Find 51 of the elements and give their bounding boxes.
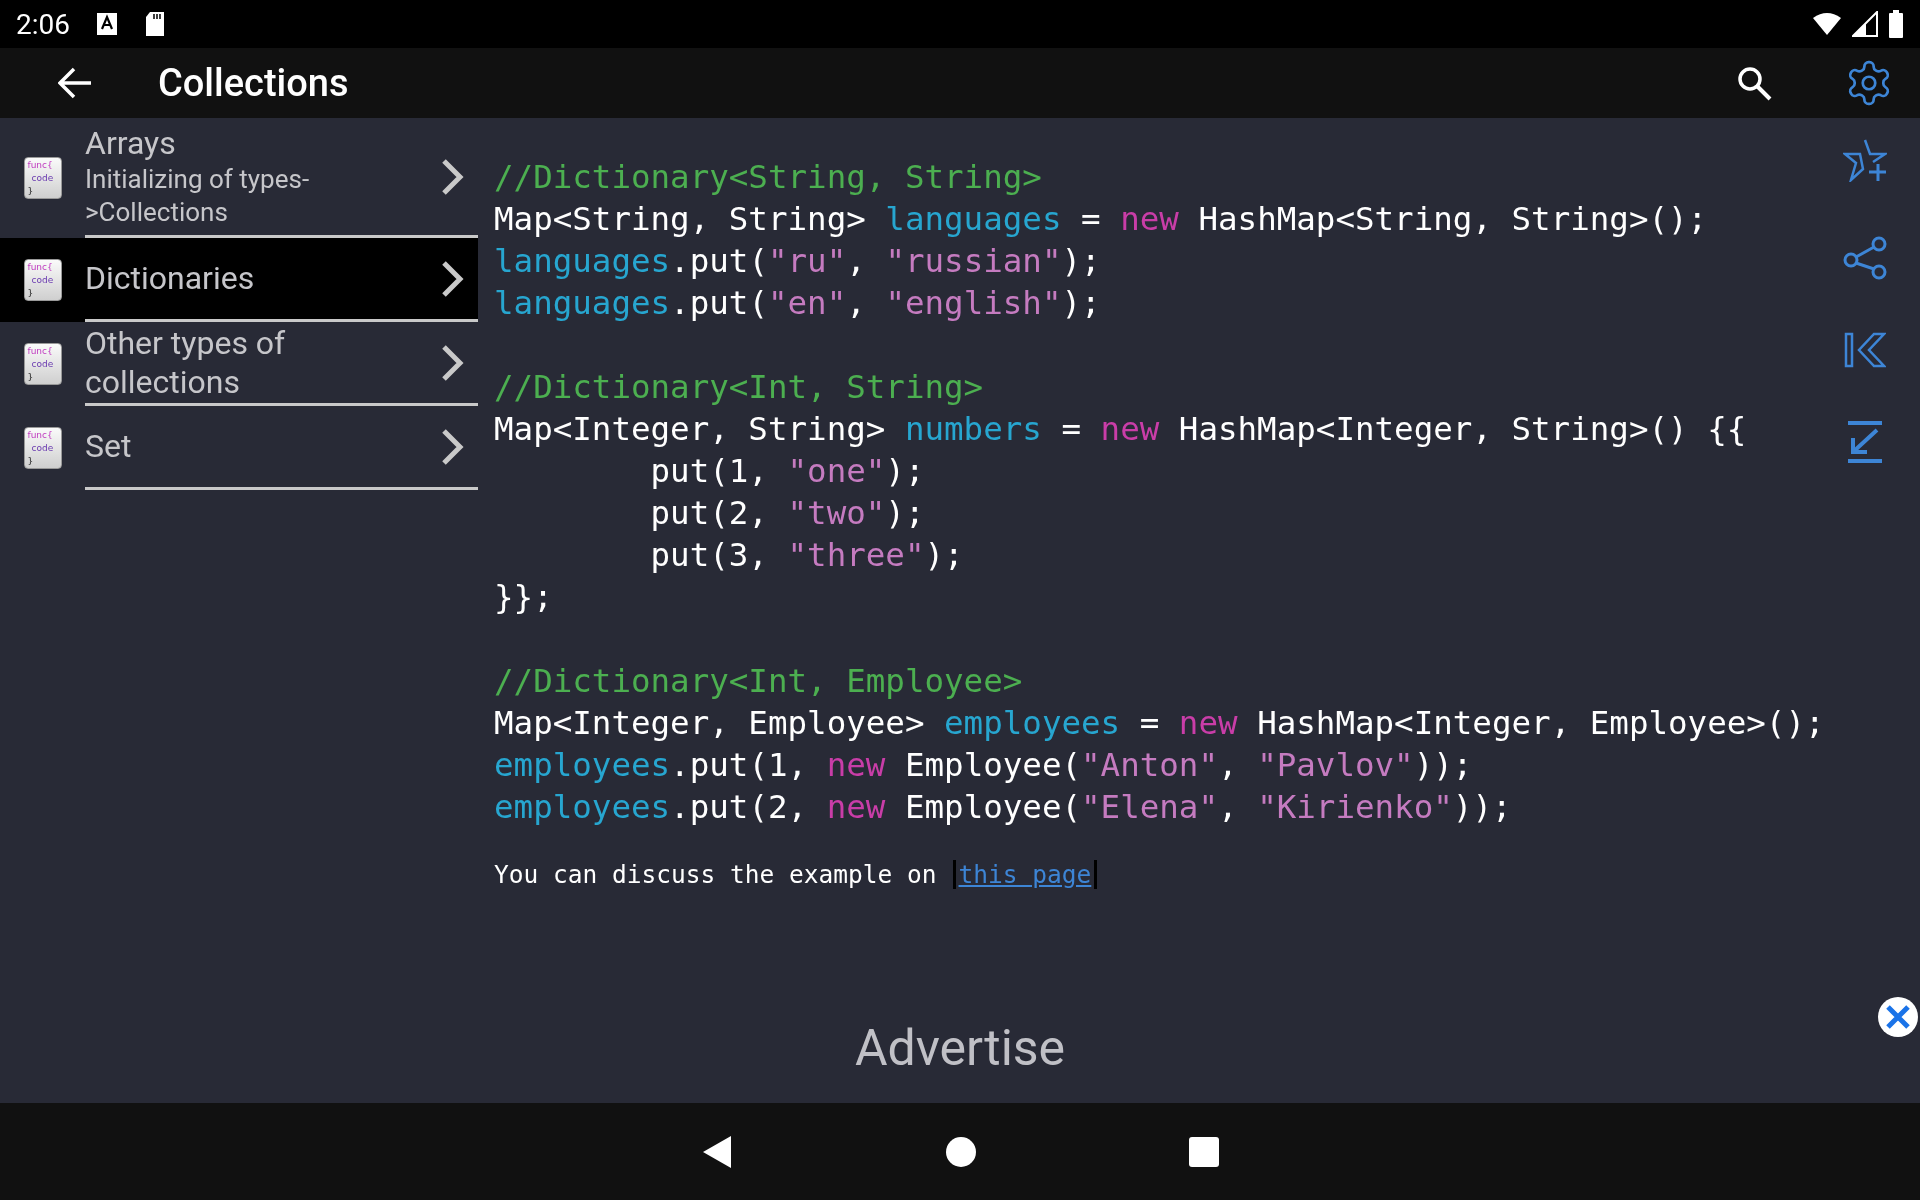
triangle-back-icon (701, 1133, 733, 1170)
chevron-right-icon (440, 157, 464, 196)
code-line: //Dictionary<Int, Employee> (494, 661, 1023, 702)
code-line: languages.put("ru", "russian"); (494, 241, 1101, 282)
code-line: //Dictionary<Int, String> (494, 367, 984, 408)
close-ad-button[interactable] (1878, 997, 1918, 1037)
font-notification-icon (96, 12, 118, 36)
item-title: Other types of collections (85, 323, 287, 402)
code-line: employees.put(1, new Employee("Anton", "Pavlov")); (494, 745, 1473, 786)
arrow-down-left-icon (1845, 420, 1885, 464)
sidebar-item[interactable]: func{ code } Dictionaries (0, 238, 478, 322)
code-line: employees.put(2, new Employee("Elena", "Kirienko")); (494, 787, 1512, 828)
code-file-icon: func{ code } (23, 343, 62, 385)
item-title: Arrays (85, 124, 177, 163)
wifi-icon (1812, 12, 1842, 36)
chevron-right-icon (440, 343, 464, 382)
circle-home-icon (945, 1135, 977, 1168)
code-line: languages.put("en", "english"); (494, 283, 1101, 324)
close-icon (1885, 1004, 1911, 1030)
chevron-right-icon (440, 427, 464, 466)
sd-card-icon (144, 11, 166, 37)
signal-icon (1852, 11, 1878, 37)
square-recents-icon (1189, 1136, 1219, 1167)
screen-title: Collections (158, 61, 349, 105)
code-file-icon: func{ code } (23, 427, 62, 469)
code-line: put(1, "one"); (649, 451, 925, 492)
code-line: }}; (494, 577, 553, 618)
share-icon (1842, 234, 1888, 280)
search-icon (1736, 65, 1772, 101)
code-file-icon: func{ code } (23, 157, 62, 199)
code-line: put(2, "two"); (649, 493, 925, 534)
item-subtitle: Initializing of types->Collections (85, 163, 311, 229)
item-title: Dictionaries (85, 259, 256, 298)
code-line: Map<String, String> languages = new HashMap<String, String>(); (494, 199, 1708, 240)
discussion-link[interactable]: this page (952, 860, 1098, 889)
sidebar-item[interactable]: func{ code } Other types of collections (0, 322, 478, 406)
code-line: //Dictionary<String, String> (494, 157, 1042, 198)
ad-banner[interactable]: Advertise (0, 993, 1920, 1103)
back-arrow-icon (58, 67, 92, 99)
battery-icon (1888, 10, 1904, 38)
status-time: 2:06 (16, 7, 70, 41)
double-chevron-left-icon (1844, 332, 1886, 368)
code-line: Map<Integer, Employee> employees = new HashMap<Integer, Employee>(); (494, 703, 1825, 744)
discuss-text: You can discuss the example on (494, 860, 937, 889)
chevron-right-icon (440, 259, 464, 298)
sidebar-item[interactable]: func{ code } Set (0, 406, 478, 490)
code-line: put(3, "three"); (649, 535, 964, 576)
ad-label: Advertise (854, 1019, 1066, 1077)
code-file-icon: func{ code } (23, 259, 62, 301)
item-title: Set (85, 427, 133, 466)
code-line: Map<Integer, String> numbers = new HashMap<Integer, String>() {{ (494, 409, 1747, 450)
